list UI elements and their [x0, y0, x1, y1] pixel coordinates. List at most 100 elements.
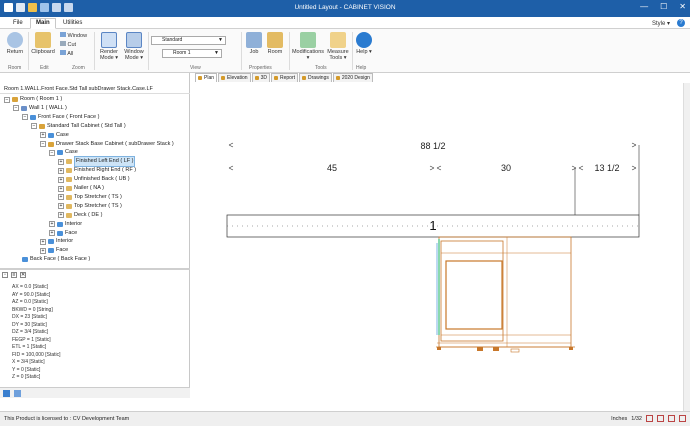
close-icon[interactable]: ✕ [20, 272, 26, 278]
tree-node-label: Standard Tall Cabinet ( Std Tall ) [47, 122, 126, 129]
swap-icon[interactable] [14, 390, 21, 397]
tree-node[interactable]: + Interior [40, 237, 73, 246]
property-row[interactable]: Y = 0 [Static] [12, 367, 61, 375]
tree-node-label: Face [65, 229, 78, 236]
expand-icon[interactable]: + [58, 176, 64, 183]
page-icon[interactable]: ▫ [2, 272, 8, 278]
node-icon [48, 248, 54, 254]
style-combo[interactable]: Standard ▼ [151, 36, 226, 45]
expand-icon[interactable]: + [58, 158, 64, 165]
property-row[interactable]: AX = 0.0 [Static] [12, 284, 61, 292]
property-row[interactable]: AZ = 0.0 [Static] [12, 299, 61, 307]
node-icon [57, 230, 63, 236]
measure-tools-button[interactable]: Measure Tools ▾ [325, 32, 351, 61]
tree-node[interactable]: + Case [40, 131, 69, 140]
minimize-button[interactable]: — [640, 2, 648, 11]
tree-node-label: Top Stretcher ( TS ) [74, 193, 122, 200]
home-icon[interactable] [3, 390, 10, 397]
expand-icon[interactable]: + [58, 185, 64, 192]
window-mode-button[interactable]: Window Mode ▾ [122, 32, 146, 61]
tree-node[interactable]: + Face [49, 229, 77, 238]
zoom-all-button[interactable]: All [60, 50, 73, 57]
expand-icon[interactable]: + [58, 212, 64, 219]
expand-icon[interactable]: + [40, 132, 46, 139]
clipboard-button[interactable]: Clipboard [30, 32, 56, 55]
maximize-button[interactable]: ☐ [660, 2, 667, 11]
list-icon[interactable]: ≡ [11, 272, 17, 278]
property-row[interactable]: X = 3/4 [Static] [12, 359, 61, 367]
drawing-area[interactable]: Plan Elevation 3D Report Drawings 2020 D… [191, 73, 690, 411]
help-button[interactable]: Help ▾ [354, 32, 374, 55]
window-zoom-icon [60, 32, 66, 37]
job-button[interactable]: Job [244, 32, 264, 55]
modifications-button[interactable]: Modifications ▾ [291, 32, 325, 61]
tree-node[interactable]: − Wall 1 ( WALL ) [13, 104, 67, 113]
property-row[interactable]: FID = 100,000 [Static] [12, 352, 61, 360]
tree-node[interactable]: − Front Face ( Front Face ) [22, 113, 99, 122]
tab-file[interactable]: File [8, 19, 28, 29]
vertical-scrollbar[interactable] [683, 83, 690, 411]
tree-node[interactable]: + Finished Right End ( RF ) [58, 166, 136, 175]
collapse-icon[interactable]: − [31, 123, 37, 130]
separator [352, 32, 353, 70]
room-combo[interactable]: Room 1 ▼ [162, 49, 222, 58]
tree-node[interactable]: + Face [40, 246, 68, 255]
property-row[interactable]: DY = 30 [Static] [12, 322, 61, 330]
expand-icon[interactable]: + [49, 221, 55, 228]
collapse-icon[interactable]: − [49, 149, 55, 156]
wall-marker-label: 1 [429, 218, 436, 233]
tree-node[interactable]: + Unfinished Back ( UB ) [58, 175, 130, 184]
room-button[interactable]: Room [265, 32, 285, 55]
cabinet[interactable] [436, 236, 575, 353]
collapse-icon[interactable]: − [4, 96, 10, 103]
window-zoom-button[interactable]: Window [60, 32, 87, 39]
tree-node[interactable]: − Room ( Room 1 ) [4, 95, 62, 104]
group-label-room: Room [8, 65, 22, 71]
tab-utilities[interactable]: Utilities [58, 19, 87, 29]
tree-node[interactable]: + Top Stretcher ( TS ) [58, 202, 122, 211]
tree-node[interactable]: + Nailer ( NA ) [58, 184, 104, 193]
panel-splitter[interactable] [0, 268, 190, 270]
tree-node[interactable]: + Top Stretcher ( TS ) [58, 193, 122, 202]
snap-grid-icon[interactable] [646, 415, 653, 422]
render-mode-button[interactable]: Render Mode ▾ [97, 32, 121, 61]
collapse-icon[interactable]: − [22, 114, 28, 121]
property-row[interactable]: DZ = 3/4 [Static] [12, 329, 61, 337]
style-menu[interactable]: Style ▾ [652, 20, 670, 27]
license-message: This Product is licensed to : CV Develop… [4, 416, 130, 422]
cut-button[interactable]: Cut [60, 41, 76, 48]
node-icon [12, 97, 18, 102]
expand-icon[interactable]: + [40, 238, 46, 245]
property-row[interactable]: ETL = 1 [Static] [12, 344, 61, 352]
tab-main[interactable]: Main [30, 18, 56, 29]
property-row[interactable]: DX = 23 [Static] [12, 314, 61, 322]
property-row[interactable]: BKWD = 0 [String] [12, 307, 61, 315]
tree-node[interactable]: Back Face ( Back Face ) [22, 255, 90, 264]
property-row[interactable]: FEGP = 1 [Static] [12, 337, 61, 345]
expand-icon[interactable]: + [58, 167, 64, 174]
layout-icon[interactable] [679, 415, 686, 422]
tree-node[interactable]: + Deck ( DE ) [58, 211, 102, 220]
ortho-icon[interactable] [657, 415, 664, 422]
property-row[interactable]: Z = 0 [Static] [12, 374, 61, 382]
node-icon [66, 186, 72, 191]
crosshair-icon[interactable] [668, 415, 675, 422]
expand-icon[interactable]: + [58, 194, 64, 201]
help-icon[interactable]: ? [677, 19, 685, 27]
tree-node[interactable]: − Standard Tall Cabinet ( Std Tall ) [31, 122, 126, 131]
expand-icon[interactable]: + [58, 203, 64, 210]
dimension-arrow [228, 165, 234, 171]
collapse-icon[interactable]: − [13, 105, 19, 112]
tree-node[interactable]: + Interior [49, 220, 82, 229]
expand-icon[interactable]: + [49, 230, 55, 236]
return-button[interactable]: Return [4, 32, 26, 55]
close-button[interactable]: ✕ [679, 2, 686, 11]
collapse-icon[interactable]: − [40, 141, 46, 147]
tree-node[interactable]: − Drawer Stack Base Cabinet ( subDrawer S… [40, 140, 174, 149]
right-dimension-label: 13 1/2 [594, 163, 619, 173]
property-row[interactable]: AY = 90.0 [Static] [12, 292, 61, 300]
expand-icon[interactable]: + [40, 247, 46, 254]
tree-node[interactable]: + Finished Left End ( LF ) [58, 156, 136, 168]
node-icon [30, 114, 36, 120]
plan-view-canvas[interactable]: 88 1/2 45 30 13 1/2 1 [191, 73, 690, 411]
